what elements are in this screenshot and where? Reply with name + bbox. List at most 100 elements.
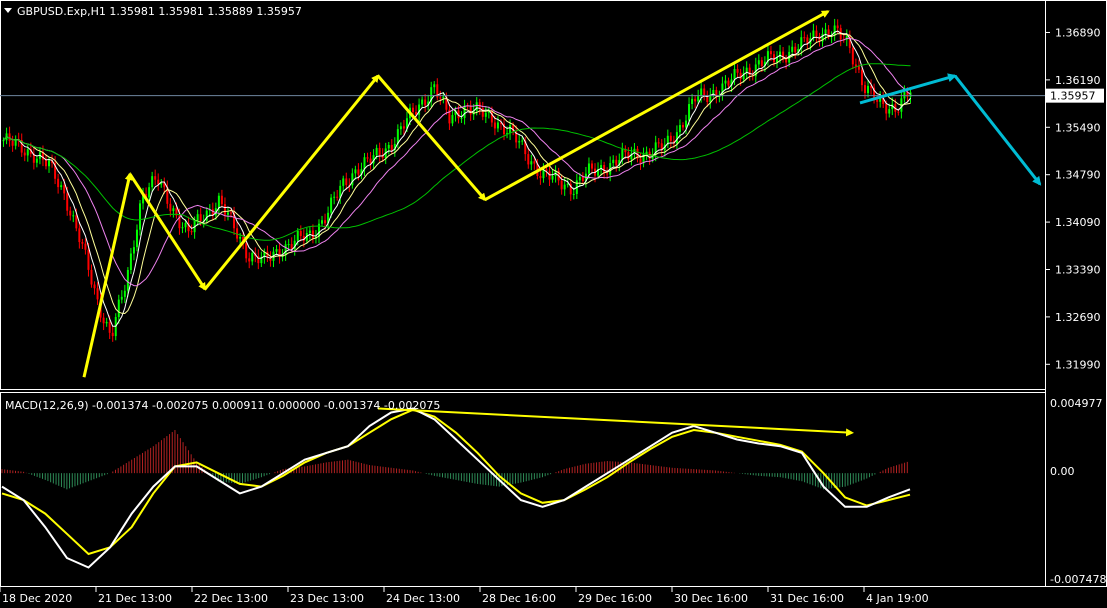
candle-body <box>566 183 569 185</box>
price-tick-label: 1.36190 <box>1055 74 1101 87</box>
candle-body <box>236 228 239 239</box>
candle-body <box>518 141 521 143</box>
candle-body <box>245 243 248 259</box>
macd-trend-arrow-group <box>377 407 854 437</box>
candle-body <box>888 109 891 114</box>
candle-body <box>681 125 684 128</box>
candle-body <box>460 117 463 119</box>
candle-body <box>581 176 584 182</box>
candle-body <box>703 88 706 96</box>
candle-body <box>26 149 29 156</box>
candle-body <box>151 176 154 188</box>
candle-body <box>439 97 442 99</box>
candle-body <box>72 215 75 217</box>
forecast-arrow <box>953 74 1042 186</box>
candle-body <box>700 88 703 97</box>
candle-body <box>760 60 763 66</box>
candle-body <box>402 126 405 129</box>
time-tick-label: 31 Dec 16:00 <box>770 592 844 605</box>
candle-body <box>833 25 836 36</box>
candle-body <box>217 195 220 209</box>
candle-body <box>123 290 126 297</box>
candle-body <box>126 269 129 291</box>
candle-body <box>239 237 242 239</box>
candle-body <box>375 147 378 156</box>
candle-body <box>424 99 427 106</box>
candle-body <box>803 37 806 39</box>
time-axis-ticks: 18 Dec 2020 21 Dec 13:00 22 Dec 13:00 23 De… <box>0 587 929 605</box>
price-axis-border <box>1045 0 1107 587</box>
candle-body <box>791 46 794 52</box>
pattern-arrow <box>484 10 830 202</box>
candle-body <box>354 169 357 174</box>
symbol-menu-triangle-icon[interactable] <box>4 8 12 13</box>
candle-body <box>757 60 760 65</box>
candle-body <box>311 230 314 239</box>
candle-body <box>154 176 157 180</box>
candle-body <box>733 69 736 80</box>
candle-body <box>35 158 38 163</box>
candle-body <box>251 252 254 262</box>
candle-body <box>93 284 96 289</box>
price-axis-ticks: 1.36890 1.36190 1.35490 1.34790 1.34090 1.333… <box>1045 26 1101 371</box>
macd-divergence-arrow <box>377 407 854 437</box>
price-tick-label: 1.34790 <box>1055 169 1101 182</box>
candle-body <box>129 253 132 270</box>
price-tick-label: 1.34090 <box>1055 216 1101 229</box>
candle-body <box>590 163 593 169</box>
candle-body <box>469 106 472 115</box>
candle-body <box>63 185 66 194</box>
candle-body <box>421 99 424 105</box>
candle-body <box>223 204 226 215</box>
candle-body <box>87 249 90 270</box>
macd-tick-top: 0.004977 <box>1050 397 1103 410</box>
candle-body <box>81 242 84 244</box>
candle-body <box>475 102 478 111</box>
candle-body <box>135 229 138 248</box>
time-tick-label: 18 Dec 2020 <box>2 592 72 605</box>
candle-body <box>824 29 827 34</box>
candle-body <box>782 51 785 60</box>
candle-body <box>169 203 172 212</box>
candle-body <box>172 208 175 212</box>
candle-body <box>694 98 697 102</box>
price-tick-label: 1.31990 <box>1055 358 1101 371</box>
macd-indicator-label: MACD(12,26,9) -0.001374 -0.002075 0.0009… <box>5 399 440 412</box>
macd-signal-line <box>1 408 911 556</box>
candle-body <box>66 193 69 211</box>
candle-body <box>785 59 788 63</box>
candle-body <box>366 157 369 159</box>
current-price-value: 1.35957 <box>1050 90 1096 103</box>
ma-20-line <box>3 37 911 287</box>
candle-body <box>551 175 554 180</box>
candle-body <box>863 85 866 94</box>
candle-body <box>8 133 11 141</box>
candle-body <box>181 227 184 229</box>
candle-body <box>324 220 327 224</box>
candle-body <box>724 80 727 84</box>
candle-body <box>117 299 120 318</box>
candle-body <box>369 158 372 164</box>
price-tick-label: 1.32690 <box>1055 311 1101 324</box>
candle-body <box>248 258 251 262</box>
candle-body <box>612 159 615 164</box>
candle-body <box>697 96 700 102</box>
time-tick-label: 24 Dec 13:00 <box>386 592 460 605</box>
candle-body <box>96 288 99 300</box>
candle-body <box>378 147 381 155</box>
candle-body <box>190 231 193 233</box>
candle-body <box>11 140 14 146</box>
trading-chart[interactable]: 1.35957 1.36890 1.36190 1.35490 1.34790 1.34… <box>0 0 1107 608</box>
candle-body <box>527 154 530 165</box>
candle-body <box>860 69 863 86</box>
candle-body <box>657 142 660 144</box>
candle-body <box>226 212 229 215</box>
candle-body <box>509 125 512 134</box>
candle-body <box>451 115 454 124</box>
candle-body <box>284 244 287 256</box>
candle-body <box>484 112 487 117</box>
candle-body <box>387 144 390 149</box>
candle-body <box>275 249 278 252</box>
time-tick-label: 30 Dec 16:00 <box>674 592 748 605</box>
candle-body <box>685 120 688 128</box>
